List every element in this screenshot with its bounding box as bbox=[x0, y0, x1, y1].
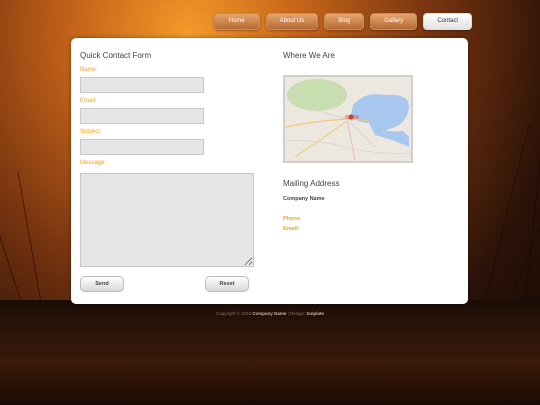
contact-form-title: Quick Contact Form bbox=[80, 51, 152, 60]
wheat-stalk bbox=[17, 171, 41, 301]
nav-blog[interactable]: Blog bbox=[324, 13, 365, 30]
footer: Copyright © 2048 Company Name | Design: … bbox=[0, 306, 540, 322]
copyright-text: Copyright © 2048 bbox=[215, 311, 252, 316]
wheat-stalk bbox=[0, 147, 21, 301]
phone-label: Phone: bbox=[283, 216, 302, 222]
where-we-are-title: Where We Are bbox=[283, 51, 335, 60]
mailing-email-label: Email: bbox=[283, 226, 300, 232]
content-panel: Quick Contact Form Name: Email: Subject:… bbox=[71, 38, 468, 304]
mailing-address-title: Mailing Address bbox=[283, 179, 340, 188]
nav-contact[interactable]: Contact bbox=[423, 13, 472, 30]
message-textarea[interactable] bbox=[80, 173, 254, 267]
main-nav: Home About Us Blog Gallery Contact bbox=[213, 13, 472, 30]
nav-about-us[interactable]: About Us bbox=[265, 13, 319, 30]
send-button[interactable]: Send bbox=[80, 276, 124, 292]
nav-gallery[interactable]: Gallery bbox=[370, 13, 418, 30]
design-credit-text: | Design: bbox=[287, 311, 306, 316]
map-graphic bbox=[285, 77, 411, 161]
email-label: Email: bbox=[80, 98, 97, 104]
email-input[interactable] bbox=[80, 108, 204, 124]
subject-input[interactable] bbox=[80, 139, 204, 155]
message-label: Message: bbox=[80, 160, 107, 166]
name-label: Name: bbox=[80, 67, 98, 73]
subject-label: Subject: bbox=[80, 129, 102, 135]
company-name: Company Name bbox=[283, 196, 325, 202]
nav-home[interactable]: Home bbox=[213, 13, 260, 30]
footer-company-name: Company Name bbox=[252, 311, 287, 316]
designer-link[interactable]: tooplate bbox=[307, 311, 325, 316]
name-input[interactable] bbox=[80, 77, 204, 93]
wheat-stalk bbox=[485, 125, 530, 301]
location-map[interactable] bbox=[283, 75, 413, 163]
reset-button[interactable]: Reset bbox=[205, 276, 249, 292]
